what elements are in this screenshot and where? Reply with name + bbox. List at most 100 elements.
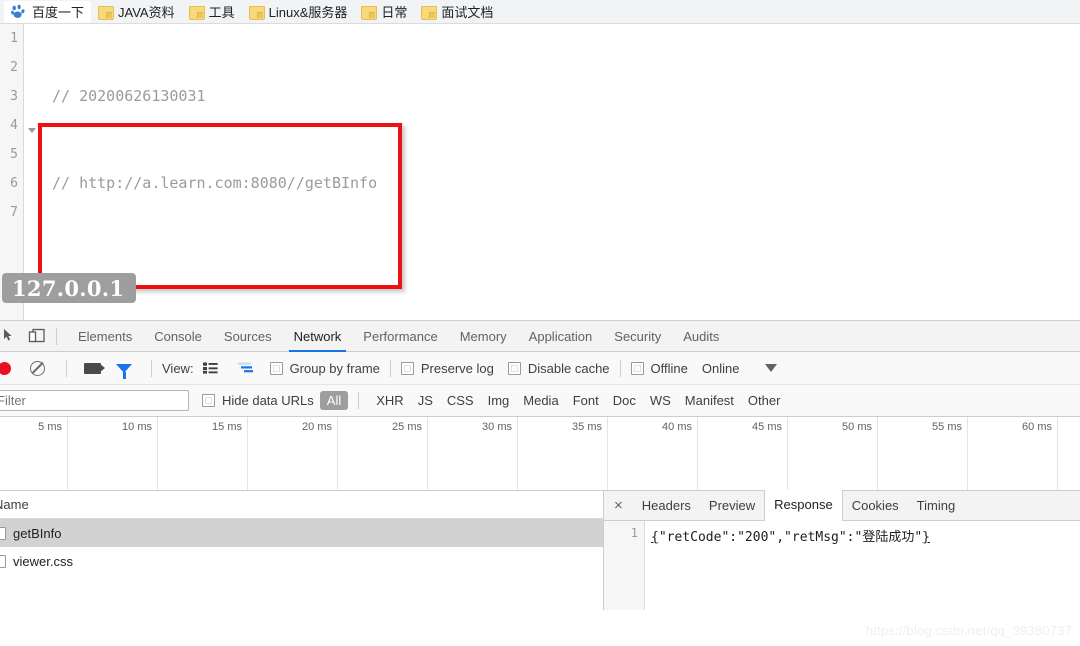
bookmark-label: 工具: [208, 5, 235, 20]
response-payload: "retCode":"200","retMsg":"登陆成功": [658, 530, 923, 545]
chevron-down-icon[interactable]: [765, 364, 778, 372]
file-icon: [0, 554, 6, 568]
detail-tab-response[interactable]: Response: [764, 490, 843, 521]
device-toolbar-icon[interactable]: [28, 328, 46, 344]
detail-tab-timing[interactable]: Timing: [908, 491, 965, 521]
table-row[interactable]: getBInfo: [0, 519, 603, 547]
bookmark-label: Linux&服务器: [268, 5, 348, 20]
clear-icon[interactable]: [29, 360, 45, 376]
capture-screenshots-icon[interactable]: [83, 362, 105, 374]
tab-elements[interactable]: Elements: [67, 321, 143, 352]
network-split-view: Name getBInfo viewer.css × Headers Previ…: [0, 490, 1080, 610]
hide-data-urls-label: Hide data URLs: [222, 393, 314, 408]
requests-pane: Name getBInfo viewer.css: [0, 491, 604, 610]
tab-security[interactable]: Security: [603, 321, 672, 352]
tab-network[interactable]: Network: [283, 321, 353, 352]
timeline-tick: 25 ms: [338, 417, 428, 490]
timeline-tick: 5 ms: [0, 417, 68, 490]
bookmark-label: 日常: [381, 5, 408, 20]
timeline-tick: 55 ms: [878, 417, 968, 490]
network-filterbar: Hide data URLs All XHR JS CSS Img Media …: [0, 385, 1080, 417]
baidu-paw-icon: [11, 4, 26, 19]
filter-input[interactable]: [0, 389, 189, 411]
tab-audits[interactable]: Audits: [672, 321, 730, 352]
timeline-tick: 30 ms: [428, 417, 518, 490]
inspect-element-icon[interactable]: [2, 328, 18, 344]
filter-type-doc[interactable]: Doc: [606, 393, 643, 408]
group-by-frame-label: Group by frame: [289, 360, 380, 376]
filter-type-manifest[interactable]: Manifest: [678, 393, 741, 408]
chevron-down-icon[interactable]: [28, 128, 36, 133]
devtools-tabbar: Elements Console Sources Network Perform…: [0, 321, 1080, 352]
toolbar-divider: [151, 359, 152, 377]
offline-checkbox[interactable]: [630, 361, 644, 375]
response-body: 1 {"retCode":"200","retMsg":"登陆成功"}: [604, 521, 1080, 610]
line-number: 6: [10, 176, 18, 191]
line-number: 1: [10, 31, 18, 46]
folder-icon: [361, 5, 378, 20]
filter-type-all[interactable]: All: [319, 391, 349, 410]
network-overview-timeline[interactable]: 5 ms 10 ms 15 ms 20 ms 25 ms 30 ms 35 ms…: [0, 417, 1080, 491]
timeline-tick: 50 ms: [788, 417, 878, 490]
group-by-frame-checkbox[interactable]: [269, 361, 283, 375]
toolbar-divider: [619, 359, 621, 377]
timeline-tick: 45 ms: [698, 417, 788, 490]
tab-performance[interactable]: Performance: [352, 321, 448, 352]
network-toolbar: View: Group by frame Preserve log Disabl…: [0, 352, 1080, 385]
folder-icon: [188, 5, 205, 20]
detail-tabbar: × Headers Preview Response Cookies Timin…: [604, 490, 1080, 521]
bookmark-label: 百度一下: [32, 5, 85, 20]
filter-type-media[interactable]: Media: [516, 393, 565, 408]
disable-cache-label: Disable cache: [527, 360, 610, 376]
folder-icon: [248, 5, 265, 20]
table-row[interactable]: viewer.css: [0, 547, 603, 575]
line-number: 5: [10, 147, 18, 162]
tab-sources[interactable]: Sources: [213, 321, 283, 352]
bookmark-item-baidu[interactable]: 百度一下: [4, 0, 92, 23]
close-icon[interactable]: ×: [610, 498, 633, 513]
filter-type-img[interactable]: Img: [481, 393, 517, 408]
json-viewer-page: 1 2 3 4 5 6 7 // 20200626130031 // http:…: [0, 24, 1080, 320]
detail-tab-preview[interactable]: Preview: [700, 491, 764, 521]
tab-memory[interactable]: Memory: [449, 321, 518, 352]
hide-data-urls-checkbox[interactable]: [202, 394, 215, 407]
request-name: getBInfo: [13, 525, 62, 541]
bookmarks-bar: 百度一下 JAVA资料 工具 Linux&服务器 日常 面试文档: [0, 0, 1080, 24]
code-line: // http://a.learn.com:8080//getBInfo: [52, 169, 377, 198]
bookmark-item-tools[interactable]: 工具: [182, 1, 242, 23]
view-label: View:: [162, 360, 194, 376]
requests-column-header[interactable]: Name: [0, 491, 603, 519]
timeline-tick: 10 ms: [68, 417, 158, 490]
timeline-tick: 20 ms: [248, 417, 338, 490]
waterfall-view-icon[interactable]: [237, 362, 254, 374]
filter-type-js[interactable]: JS: [411, 393, 440, 408]
status-bubble-host: 127.0.0.1: [2, 273, 137, 303]
file-icon: [0, 526, 6, 540]
bookmark-item-linux[interactable]: Linux&服务器: [242, 1, 355, 23]
filter-type-font[interactable]: Font: [566, 393, 606, 408]
watermark: https://blog.csdn.net/qq_39380737: [865, 623, 1072, 638]
filter-icon[interactable]: [116, 363, 132, 379]
response-close-brace: }: [922, 530, 930, 545]
record-button[interactable]: [0, 361, 11, 375]
throttling-select[interactable]: Online: [702, 361, 740, 376]
bookmark-item-interview[interactable]: 面试文档: [414, 1, 500, 23]
tab-console[interactable]: Console: [143, 321, 213, 352]
filter-type-ws[interactable]: WS: [643, 393, 678, 408]
list-view-icon[interactable]: [203, 362, 218, 374]
toolbar-divider: [66, 359, 67, 377]
preserve-log-checkbox[interactable]: [400, 361, 414, 375]
detail-tab-headers[interactable]: Headers: [633, 491, 700, 521]
bookmark-item-daily[interactable]: 日常: [354, 1, 414, 23]
disable-cache-checkbox[interactable]: [507, 361, 521, 375]
tab-application[interactable]: Application: [518, 321, 604, 352]
folder-icon: [98, 5, 115, 20]
filter-type-other[interactable]: Other: [741, 393, 788, 408]
line-number: 2: [10, 60, 18, 75]
response-json-text[interactable]: {"retCode":"200","retMsg":"登陆成功"}: [645, 521, 930, 610]
bookmark-item-java[interactable]: JAVA资料: [91, 1, 182, 23]
detail-tab-cookies[interactable]: Cookies: [843, 491, 908, 521]
timeline-ruler: 5 ms 10 ms 15 ms 20 ms 25 ms 30 ms 35 ms…: [0, 417, 1080, 490]
filter-type-xhr[interactable]: XHR: [369, 393, 410, 408]
filter-type-css[interactable]: CSS: [440, 393, 481, 408]
